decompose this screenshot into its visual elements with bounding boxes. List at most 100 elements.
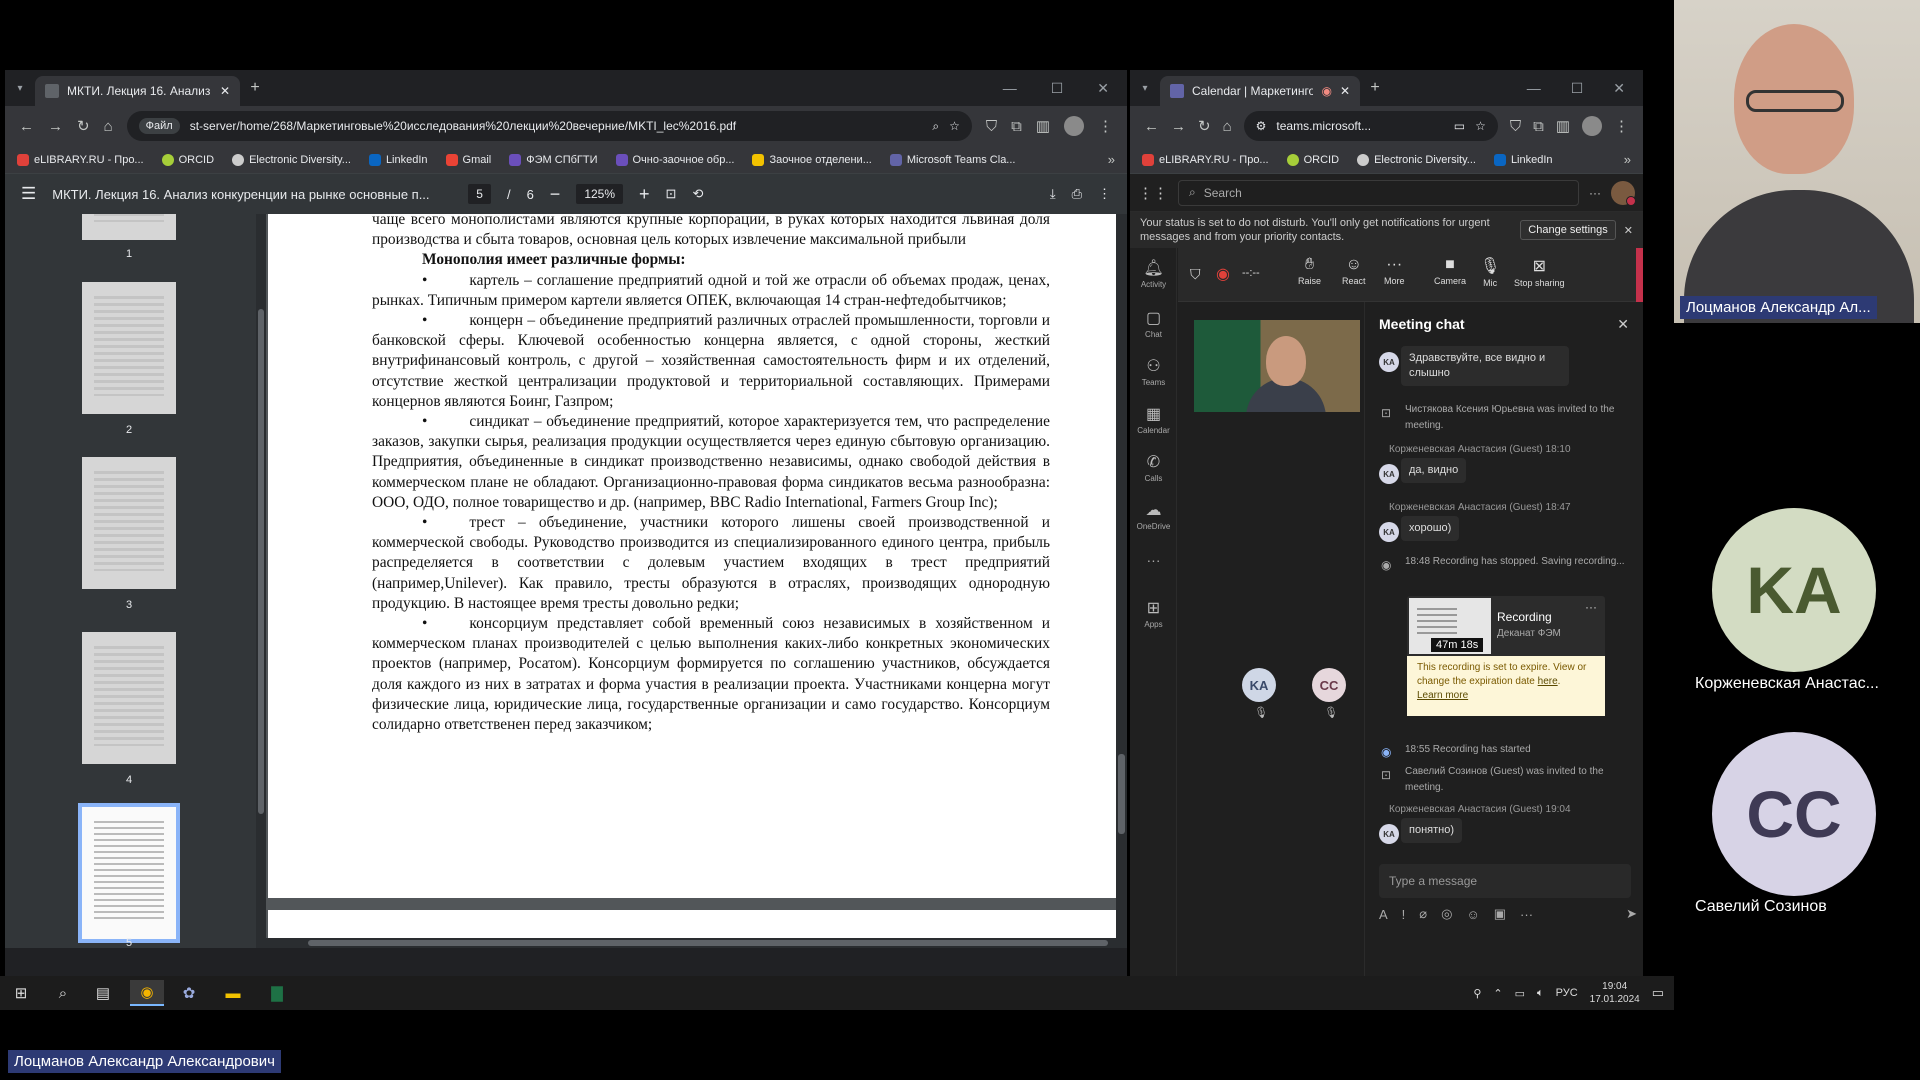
print-icon[interactable]: ⎙: [1072, 186, 1082, 202]
person-icon[interactable]: ⚲: [1473, 987, 1481, 1000]
attach-icon[interactable]: !: [1402, 907, 1406, 922]
notifications-icon[interactable]: ▭: [1652, 985, 1664, 1001]
extensions-icon[interactable]: ⧉: [1011, 118, 1022, 135]
thumbnail-page[interactable]: [82, 282, 176, 414]
bookmark-item[interactable]: Electronic Diversity...: [232, 153, 351, 166]
address-bar[interactable]: Файл st-server/home/268/Маркетинговые%20…: [126, 111, 972, 141]
rotate-icon[interactable]: ⟲: [692, 186, 703, 202]
more-bookmarks-icon[interactable]: »: [1624, 152, 1631, 167]
tab-search-icon[interactable]: ▾: [1130, 83, 1160, 94]
app-launcher-icon[interactable]: ⋮⋮: [1138, 184, 1168, 202]
gif-icon[interactable]: ▣: [1494, 906, 1506, 922]
loop-icon[interactable]: ◎: [1441, 906, 1452, 922]
page-scrollbar[interactable]: [1116, 214, 1127, 948]
minimize-icon[interactable]: —: [1527, 80, 1541, 96]
more-button[interactable]: ··· More: [1384, 256, 1405, 286]
extensions-icon[interactable]: ⧉: [1533, 118, 1544, 135]
change-settings-button[interactable]: Change settings: [1520, 220, 1616, 240]
address-bar[interactable]: ⚙ teams.microsoft... ▭ ☆: [1243, 111, 1498, 141]
here-link[interactable]: here: [1538, 676, 1558, 687]
camera-button[interactable]: ■ Camera: [1434, 256, 1466, 286]
forward-icon[interactable]: →: [48, 118, 63, 135]
windows-start-icon[interactable]: ⊞: [4, 980, 38, 1006]
chat-message[interactable]: Здравствуйте, все видно и слышно: [1401, 346, 1569, 386]
chrome-icon[interactable]: ◉: [130, 980, 164, 1006]
stop-sharing-button[interactable]: ⊠ Stop sharing: [1514, 256, 1565, 288]
mic-button[interactable]: 🎙︎ Mic: [1480, 256, 1500, 288]
zoom-icon[interactable]: ⌕: [932, 119, 939, 134]
close-tab-icon[interactable]: ✕: [220, 84, 230, 98]
react-button[interactable]: ☺ React: [1342, 256, 1366, 286]
search-icon[interactable]: ⌕: [46, 980, 80, 1006]
bookmark-item[interactable]: Electronic Diversity...: [1357, 153, 1476, 166]
tab-teams[interactable]: Calendar | Маркетинговые ◉ ✕: [1160, 76, 1360, 106]
shield-icon[interactable]: ⛉: [986, 118, 997, 135]
rail-item-calls[interactable]: ✆ Calls: [1130, 452, 1177, 483]
thumbnail-page[interactable]: [82, 214, 176, 240]
back-icon[interactable]: ←: [1144, 118, 1159, 135]
bookmark-item[interactable]: ORCID: [161, 153, 214, 166]
app-icon[interactable]: ✿: [172, 980, 206, 1006]
participant-avatar[interactable]: CC: [1312, 668, 1346, 702]
network-icon[interactable]: ▭: [1515, 987, 1525, 1000]
reload-icon[interactable]: ↻: [77, 117, 90, 135]
sidebar-scrollbar[interactable]: [256, 214, 266, 948]
new-tab-icon[interactable]: +: [240, 79, 270, 97]
more-compose-icon[interactable]: ···: [1520, 907, 1533, 922]
bookmark-item[interactable]: Заочное отделени...: [752, 153, 872, 166]
bookmark-item[interactable]: eLIBRARY.RU - Про...: [17, 153, 144, 166]
profile-avatar[interactable]: [1064, 116, 1084, 136]
thumbnail-page-active[interactable]: [78, 803, 180, 943]
bookmark-item[interactable]: Microsoft Teams Cla...: [889, 153, 1015, 166]
language-indicator[interactable]: РУС: [1556, 987, 1578, 999]
more-bookmarks-icon[interactable]: »: [1108, 152, 1115, 167]
sidepanel-icon[interactable]: ▥: [1556, 117, 1570, 135]
recording-more-icon[interactable]: ···: [1585, 600, 1597, 614]
task-view-icon[interactable]: ▤: [86, 980, 120, 1006]
bookmark-item[interactable]: LinkedIn: [368, 153, 428, 166]
message-input[interactable]: Type a message: [1379, 864, 1631, 898]
participant-avatar[interactable]: KA: [1242, 668, 1276, 702]
tab-pdf[interactable]: МКТИ. Лекция 16. Анализ ко ✕: [35, 76, 240, 106]
bookmark-item[interactable]: ORCID: [1286, 153, 1339, 166]
cast-icon[interactable]: ▭: [1454, 119, 1465, 133]
page-number-input[interactable]: 5: [468, 184, 491, 204]
volume-icon[interactable]: 🔈︎: [1537, 987, 1544, 1000]
zoom-out-icon[interactable]: −: [550, 184, 561, 205]
learn-more-link[interactable]: Learn more: [1417, 690, 1468, 701]
home-icon[interactable]: ⌂: [104, 118, 113, 135]
user-avatar[interactable]: [1611, 180, 1636, 206]
zoom-level[interactable]: 125%: [576, 184, 624, 204]
rail-item-activity[interactable]: 🔔︎ Activity: [1130, 258, 1177, 289]
clock[interactable]: 19:04 17.01.2024: [1590, 980, 1640, 1006]
send-icon[interactable]: ➤: [1626, 906, 1637, 922]
shield-icon[interactable]: ⛉: [1510, 118, 1521, 135]
close-tab-icon[interactable]: ✕: [1340, 84, 1350, 98]
format-icon[interactable]: A: [1379, 907, 1388, 922]
site-settings-icon[interactable]: ⚙: [1256, 119, 1267, 133]
more-options-icon[interactable]: ···: [1589, 186, 1601, 200]
close-window-icon[interactable]: ✕: [1613, 80, 1625, 97]
zoom-in-icon[interactable]: +: [639, 184, 650, 205]
star-icon[interactable]: ☆: [1475, 119, 1486, 133]
rail-item-chat[interactable]: ▢ Chat: [1130, 308, 1177, 339]
hamburger-menu-icon[interactable]: ☰: [21, 184, 36, 204]
chat-message[interactable]: хорошо): [1401, 516, 1460, 541]
bookmark-item[interactable]: Очно-заочное обр...: [615, 153, 734, 166]
rail-item-calendar[interactable]: ▦ Calendar: [1130, 404, 1177, 435]
bookmark-item[interactable]: ФЭМ СПбГТИ: [509, 153, 598, 166]
search-input[interactable]: ⌕ Search: [1178, 179, 1579, 206]
menu-kebab-icon[interactable]: ⋮: [1098, 117, 1113, 135]
bookmark-item[interactable]: eLIBRARY.RU - Про...: [1142, 153, 1269, 166]
fit-page-icon[interactable]: ⊡: [666, 186, 677, 202]
rail-item-teams[interactable]: ⚇ Teams: [1130, 356, 1177, 387]
emoji-icon[interactable]: ☺: [1466, 907, 1479, 922]
bookmark-item[interactable]: Gmail: [445, 153, 491, 166]
close-window-icon[interactable]: ✕: [1097, 80, 1109, 97]
bookmark-item[interactable]: LinkedIn: [1493, 153, 1553, 166]
chevron-up-icon[interactable]: ⌃: [1493, 987, 1502, 1000]
horizontal-scrollbar[interactable]: [256, 938, 1116, 948]
minimize-icon[interactable]: —: [1003, 80, 1017, 96]
maximize-icon[interactable]: ☐: [1571, 80, 1584, 97]
forward-icon[interactable]: →: [1171, 118, 1186, 135]
